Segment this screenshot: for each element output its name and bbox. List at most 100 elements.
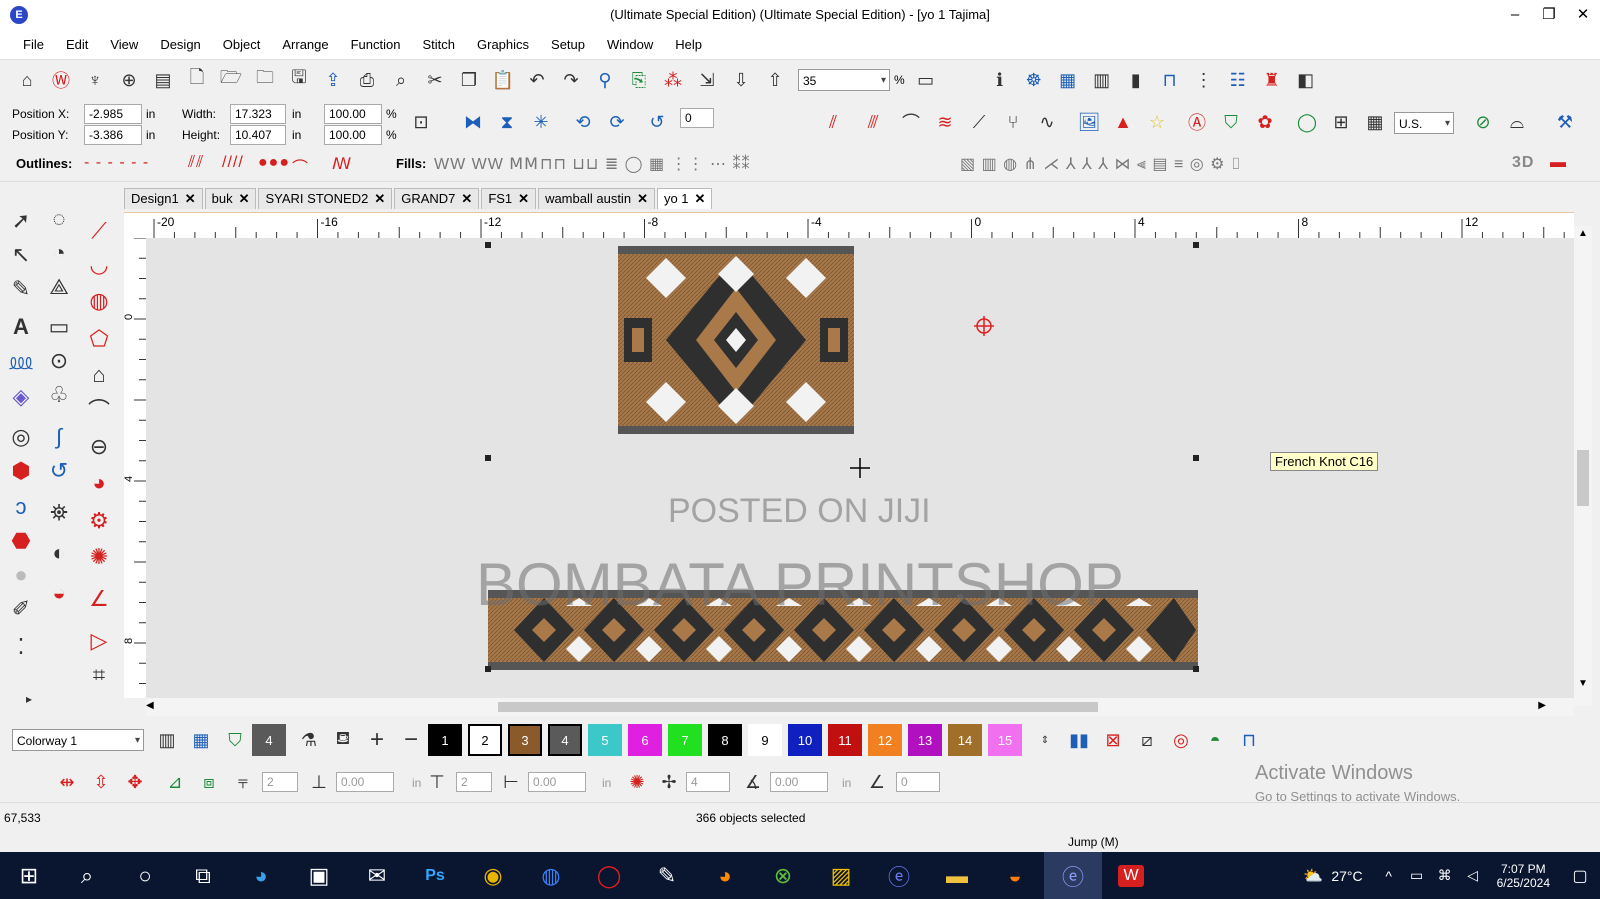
- selection-handle[interactable]: [1193, 455, 1199, 461]
- xbox-icon[interactable]: ⊗: [754, 852, 812, 899]
- position-y-field[interactable]: -3.386: [84, 125, 142, 145]
- height-field[interactable]: 10.407: [230, 125, 286, 145]
- info-icon[interactable]: ℹ: [985, 66, 1015, 94]
- menu-file[interactable]: File: [12, 37, 55, 52]
- point-select-icon[interactable]: ◔: [44, 238, 74, 268]
- wilcom-logo-icon[interactable]: Ⓦ: [46, 66, 76, 94]
- task-view-icon[interactable]: ⧉: [174, 852, 232, 899]
- view-design-icon[interactable]: ▭: [911, 66, 941, 94]
- pattern-fill-icon[interactable]: ▧ ▥ ◍ ⋔ ⋌ ⅄ ⅄ ⅄ ⋈ ⫷ ▤ ≡ ◎ ⚙ ⌷: [960, 154, 1242, 174]
- library-icon[interactable]: ▤: [148, 66, 178, 94]
- grid-view-icon[interactable]: ▦: [1360, 108, 1390, 136]
- firefox-dev-icon[interactable]: ◍: [522, 852, 580, 899]
- arc-icon[interactable]: ⌓: [1502, 108, 1532, 136]
- grid-icon[interactable]: ⋮: [1189, 66, 1219, 94]
- file-explorer-icon[interactable]: ▬: [928, 852, 986, 899]
- color-film-icon[interactable]: ▥: [152, 726, 182, 754]
- menu-help[interactable]: Help: [664, 37, 713, 52]
- menu-setup[interactable]: Setup: [540, 37, 596, 52]
- undo-icon[interactable]: ↶: [522, 66, 552, 94]
- blender-icon[interactable]: ◒: [986, 852, 1044, 899]
- print-preview-icon[interactable]: ⌕: [386, 66, 416, 94]
- hoop-settings-icon[interactable]: ☸: [1019, 66, 1049, 94]
- chevron-up-icon[interactable]: ^: [1375, 852, 1403, 899]
- close-button[interactable]: ✕: [1566, 0, 1600, 30]
- scroll-right-icon[interactable]: ▶: [1538, 700, 1546, 711]
- close-icon[interactable]: ✕: [695, 189, 706, 209]
- expand-arrow-icon[interactable]: ▸: [14, 684, 44, 714]
- radial-array-icon[interactable]: ✺: [622, 768, 652, 796]
- color-swatch-10[interactable]: 10: [788, 724, 822, 756]
- hexagon-target-icon[interactable]: ⬢: [6, 456, 36, 486]
- scroll-thumb[interactable]: [1577, 450, 1589, 506]
- selection-handle[interactable]: [485, 455, 491, 461]
- color-swatch-5[interactable]: 5: [588, 724, 622, 756]
- hoop-icon[interactable]: ⊕: [114, 66, 144, 94]
- stop-sign-icon[interactable]: ⬣: [6, 526, 36, 556]
- eyedropper-icon[interactable]: ⚗: [294, 726, 324, 754]
- photos-icon[interactable]: ▨: [812, 852, 870, 899]
- lasso-icon[interactable]: ◌: [44, 204, 74, 234]
- circle-tool-icon[interactable]: ◍: [84, 286, 114, 316]
- color-swatch-7[interactable]: 7: [668, 724, 702, 756]
- print-icon[interactable]: ⎙: [352, 66, 382, 94]
- rotate-icon[interactable]: ↺: [642, 108, 672, 136]
- lettering-icon[interactable]: Ⓐ: [1182, 108, 1212, 136]
- monogram-icon[interactable]: ⅏: [6, 346, 36, 376]
- knife-icon[interactable]: ✎: [6, 274, 36, 304]
- thread-chart-icon[interactable]: ▮▮: [1064, 726, 1094, 754]
- stem-icon[interactable]: ⌒: [292, 154, 309, 178]
- selection-handle[interactable]: [1193, 242, 1199, 248]
- bead-icon[interactable]: ●●●: [258, 154, 290, 172]
- position-x-field[interactable]: -2.985: [84, 104, 142, 124]
- align-horizontal-icon[interactable]: ⇹: [52, 768, 82, 796]
- tab-design1[interactable]: Design1 ✕: [124, 188, 203, 209]
- horizontal-scrollbar[interactable]: ◀ ▶: [146, 698, 1574, 716]
- skew-icon[interactable]: ✳: [526, 108, 556, 136]
- menu-graphics[interactable]: Graphics: [466, 37, 540, 52]
- lock-proportion-icon[interactable]: ⊡: [406, 108, 436, 136]
- digitize-line-icon[interactable]: ⟋: [84, 216, 114, 246]
- spacing-field[interactable]: 2: [262, 772, 298, 792]
- segment-icon[interactable]: ⊖: [84, 432, 114, 462]
- needle-icon[interactable]: ♆: [80, 66, 110, 94]
- array-count-field[interactable]: 4: [686, 772, 730, 792]
- angle-offset-field[interactable]: 0.00: [770, 772, 828, 792]
- target-icon[interactable]: ◎: [6, 422, 36, 452]
- search-icon[interactable]: ⌕: [58, 852, 116, 899]
- network-icon[interactable]: ⌘: [1431, 852, 1459, 899]
- text-tool-icon[interactable]: A: [6, 312, 36, 342]
- blanket-icon[interactable]: ꟿ: [332, 154, 352, 174]
- home-icon[interactable]: ⌂: [12, 66, 42, 94]
- mail-icon[interactable]: ✉: [348, 852, 406, 899]
- reference-point-icon[interactable]: [974, 316, 994, 336]
- travel-icon[interactable]: ⇲: [692, 66, 722, 94]
- scroll-up-icon[interactable]: ▲: [1578, 228, 1588, 239]
- points-icon[interactable]: ⁚: [6, 632, 36, 662]
- color-bar-icon[interactable]: ▬: [1550, 154, 1567, 172]
- align-center-icon[interactable]: ✥: [120, 768, 150, 796]
- color-swatch-12[interactable]: 12: [868, 724, 902, 756]
- array-icon[interactable]: ✢: [654, 768, 684, 796]
- three-d-button[interactable]: 3D: [1512, 154, 1534, 172]
- frame-icon[interactable]: ⊓: [1155, 66, 1185, 94]
- mesh-icon[interactable]: ⌗: [84, 660, 114, 690]
- gear-icon[interactable]: ⚙: [84, 506, 114, 536]
- volume-icon[interactable]: ◁: [1459, 852, 1487, 899]
- tab-fs1[interactable]: FS1 ✕: [481, 188, 537, 209]
- mirror-horizontal-icon[interactable]: ⧓: [458, 108, 488, 136]
- thread-chart-icon[interactable]: ▮: [1121, 66, 1151, 94]
- spiral-icon[interactable]: ↺: [44, 456, 74, 486]
- weather-icon[interactable]: ⛅: [1295, 852, 1331, 899]
- redo-icon[interactable]: ↷: [556, 66, 586, 94]
- color-swatch-4[interactable]: 4: [548, 724, 582, 756]
- menu-window[interactable]: Window: [596, 37, 664, 52]
- close-icon[interactable]: ✕: [461, 189, 472, 209]
- selection-handle[interactable]: [1193, 666, 1199, 672]
- curve-icon[interactable]: ∫: [44, 422, 74, 452]
- scale-y-field[interactable]: 100.00: [324, 125, 382, 145]
- store-icon[interactable]: ▣: [290, 852, 348, 899]
- line-icon[interactable]: ⟋: [964, 108, 994, 136]
- cortana-icon[interactable]: ○: [116, 852, 174, 899]
- edge-browser-icon[interactable]: ◕: [232, 852, 290, 899]
